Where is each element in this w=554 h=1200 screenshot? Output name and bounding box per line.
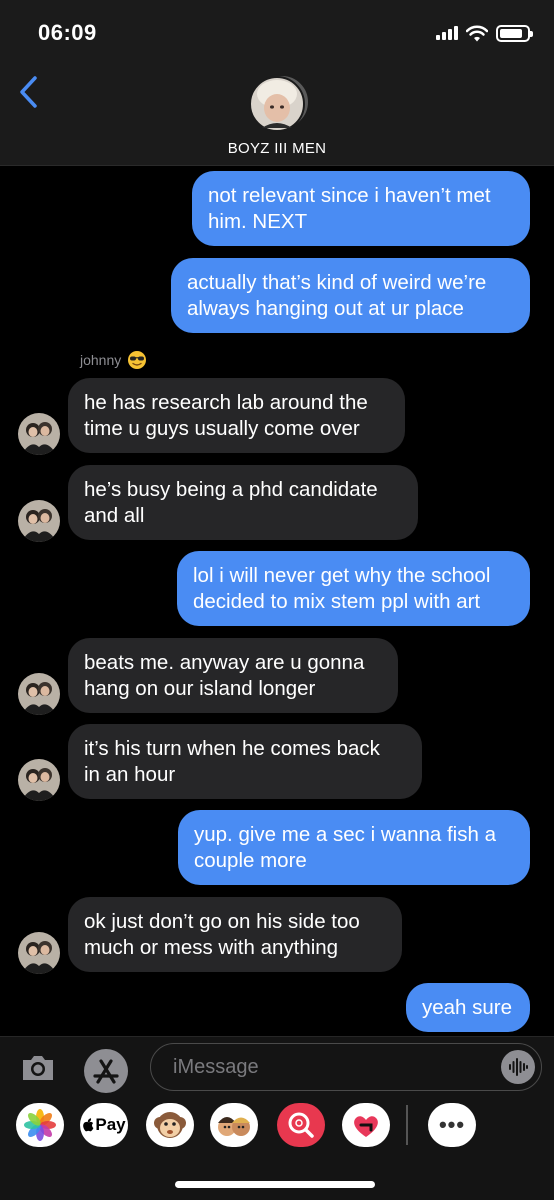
apple-pay-icon[interactable]: Pay xyxy=(80,1103,128,1147)
message-text-line: much or mess with anything xyxy=(84,935,339,959)
received-message-bubble[interactable]: he has research lab around the time u gu… xyxy=(68,378,405,453)
conversation-header: 06:09 BOYZ III MEN xyxy=(0,0,554,166)
sent-message-bubble[interactable]: actually that’s kind of weird we’re alwa… xyxy=(171,258,530,333)
sender-avatar[interactable] xyxy=(18,932,60,974)
app-store-icon xyxy=(93,1059,119,1084)
app-store-button[interactable] xyxy=(84,1049,128,1093)
status-icons xyxy=(436,22,533,44)
message-text-line: ok just don’t go on his side too xyxy=(84,909,360,933)
group-avatar[interactable] xyxy=(242,74,312,134)
sunglasses-emoji-icon xyxy=(128,351,147,369)
message-input-placeholder: iMessage xyxy=(173,1056,259,1078)
waveform-icon xyxy=(509,1058,528,1076)
more-icon: ••• xyxy=(438,1112,466,1137)
received-message-bubble[interactable]: ok just don’t go on his side too much or… xyxy=(68,897,402,972)
message-text-line: yup. give me a sec i wanna fish a xyxy=(194,822,496,846)
camera-icon[interactable] xyxy=(20,1051,56,1083)
message-composer: iMessage Pay ••• xyxy=(0,1036,554,1200)
message-text-line: hang on our island longer xyxy=(84,676,316,700)
imessage-app-drawer: Pay ••• xyxy=(0,1103,554,1151)
app-drawer-divider xyxy=(406,1105,408,1145)
message-text-line: in an hour xyxy=(84,762,176,786)
animoji-icon[interactable] xyxy=(146,1103,194,1147)
back-chevron-icon[interactable] xyxy=(14,72,44,112)
digital-touch-icon[interactable] xyxy=(342,1103,390,1147)
message-text-line: he has research lab around the xyxy=(84,390,368,414)
message-text-line: it’s his turn when he comes back xyxy=(84,736,380,760)
message-text-line: time u guys usually come over xyxy=(84,416,360,440)
received-message-bubble[interactable]: he’s busy being a phd candidate and all xyxy=(68,465,418,540)
conversation-title[interactable]: BOYZ III MEN xyxy=(0,140,554,157)
wifi-icon xyxy=(466,25,488,41)
photos-icon[interactable] xyxy=(16,1103,64,1147)
sent-message-bubble[interactable]: not relevant since i haven’t met him. NE… xyxy=(192,171,530,246)
message-text-line: he’s busy being a phd candidate xyxy=(84,477,378,501)
memoji-icon[interactable] xyxy=(210,1103,258,1147)
message-text-line: him. NEXT xyxy=(208,209,308,233)
message-text-line: and all xyxy=(84,503,145,527)
cellular-signal-icon xyxy=(436,26,458,40)
sender-name: johnny xyxy=(80,350,147,370)
image-search-icon[interactable] xyxy=(277,1103,325,1147)
sent-message-bubble[interactable]: lol i will never get why the school deci… xyxy=(177,551,530,626)
received-message-bubble[interactable]: it’s his turn when he comes back in an h… xyxy=(68,724,422,799)
sender-name-text: johnny xyxy=(80,352,122,368)
message-text-line: not relevant since i haven’t met xyxy=(208,183,491,207)
message-text-line: couple more xyxy=(194,848,307,872)
received-message-bubble[interactable]: beats me. anyway are u gonna hang on our… xyxy=(68,638,398,713)
more-apps-button[interactable]: ••• xyxy=(428,1103,476,1147)
apple-logo-icon xyxy=(83,1118,94,1132)
message-text-line: always hanging out at ur place xyxy=(187,296,464,320)
sent-message-bubble[interactable]: yup. give me a sec i wanna fish a couple… xyxy=(178,810,530,885)
status-time: 06:09 xyxy=(38,20,97,45)
sender-avatar[interactable] xyxy=(18,500,60,542)
message-input[interactable]: iMessage xyxy=(150,1043,542,1091)
message-text-line: lol i will never get why the school xyxy=(193,563,491,587)
message-text-line: beats me. anyway are u gonna xyxy=(84,650,365,674)
sender-avatar[interactable] xyxy=(18,673,60,715)
sent-message-bubble[interactable]: yeah sure xyxy=(406,983,530,1032)
battery-icon xyxy=(496,24,533,42)
audio-message-button[interactable] xyxy=(501,1050,535,1084)
message-text-line: yeah sure xyxy=(422,995,513,1019)
home-indicator-bar xyxy=(175,1181,375,1188)
apple-pay-label: Pay xyxy=(95,1115,126,1134)
sender-avatar[interactable] xyxy=(18,413,60,455)
sender-avatar[interactable] xyxy=(18,759,60,801)
message-text-line: decided to mix stem ppl with art xyxy=(193,589,481,613)
message-text-line: actually that’s kind of weird we’re xyxy=(187,270,487,294)
